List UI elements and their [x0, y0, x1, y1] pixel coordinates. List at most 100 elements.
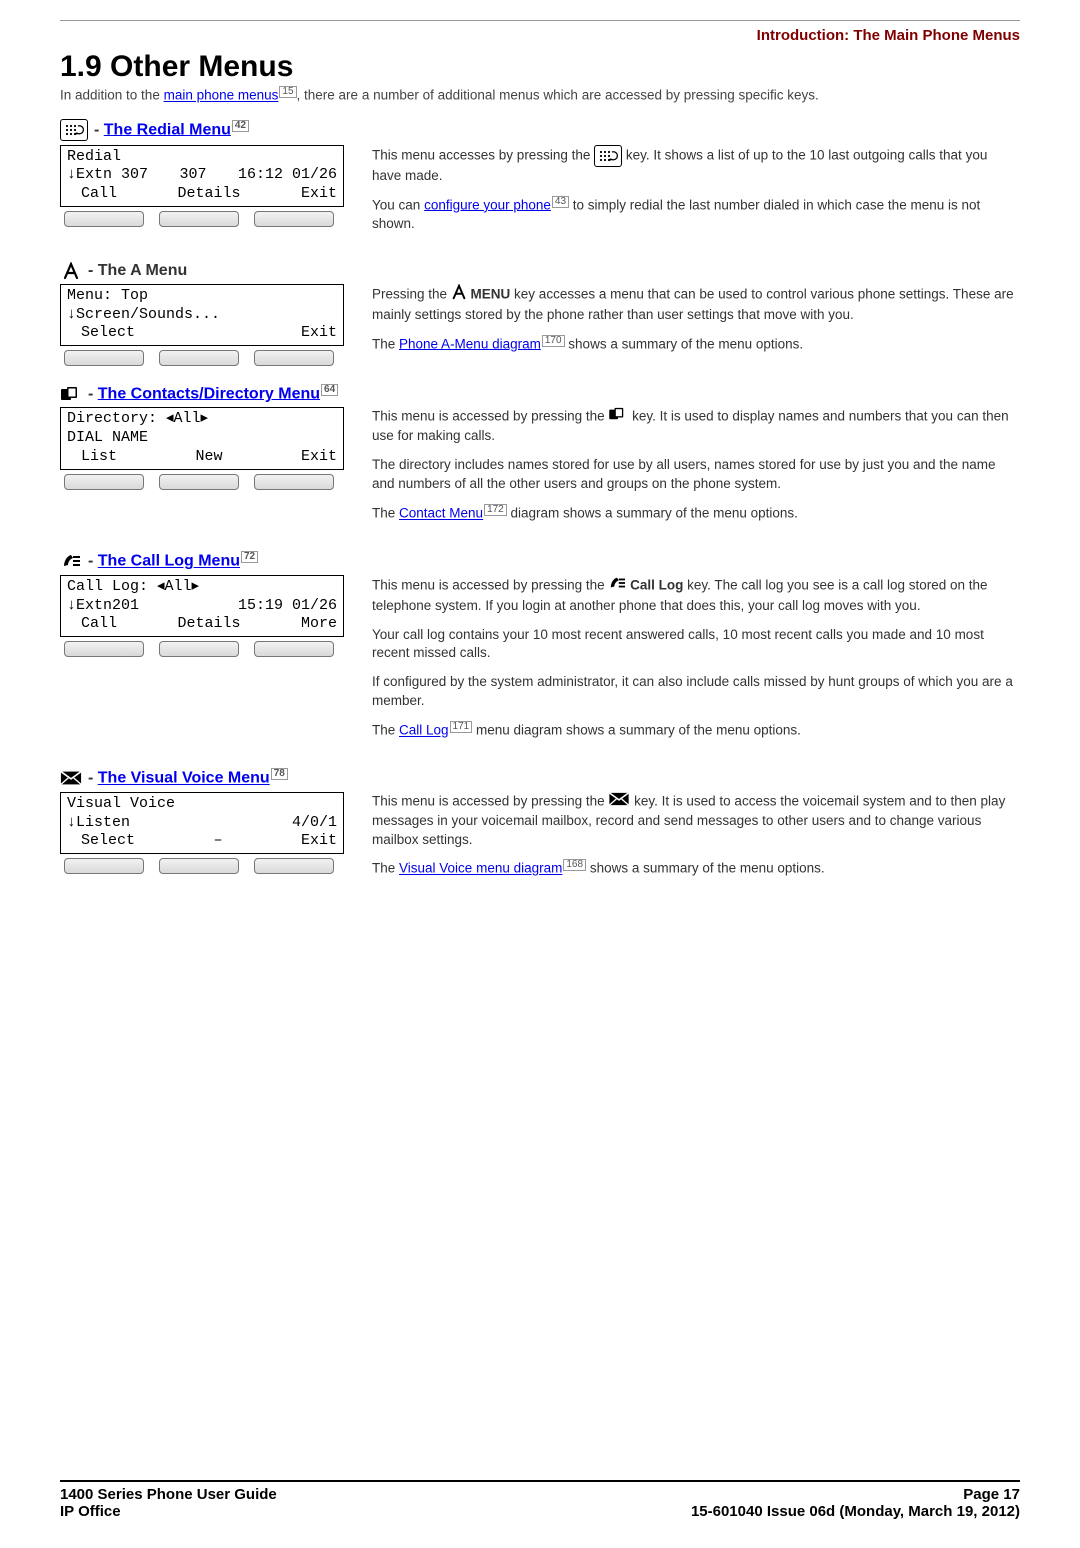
page-ref: 171: [450, 721, 473, 733]
redial-menu-link[interactable]: The Redial Menu: [104, 121, 231, 138]
footer-right-1: Page 17: [963, 1486, 1020, 1503]
redial-heading: - The Redial Menu42: [60, 119, 1020, 141]
lcd-softlabel: New: [195, 448, 222, 467]
body-text: diagram shows a summary of the menu opti…: [507, 506, 798, 521]
softkey-button[interactable]: [254, 211, 334, 227]
body-text: shows a summary of the menu options.: [565, 336, 804, 351]
heading-sep: -: [88, 553, 98, 570]
lcd-softlabel: Details: [177, 615, 240, 634]
lcd-text: 15:19 01/26: [238, 597, 337, 616]
calllog-link[interactable]: Call Log: [399, 723, 449, 738]
voice-lcd: Visual Voice ↓Listen 4/0/1 Select – Exit: [60, 792, 344, 854]
lcd-text: Call Log: ◂All▸: [67, 578, 199, 597]
calllog-lcd: Call Log: ◂All▸ ↓Extn201 15:19 01/26 Cal…: [60, 575, 344, 637]
lcd-softlabel: Details: [177, 185, 240, 204]
lcd-text: Visual Voice: [67, 795, 175, 814]
body-text: The directory includes names stored for …: [372, 456, 1020, 494]
softkey-button[interactable]: [159, 211, 239, 227]
heading-text: - The A Menu: [88, 262, 187, 280]
softkey-button[interactable]: [64, 350, 144, 366]
page-title: 1.9 Other Menus: [60, 50, 1020, 84]
intro-text-pre: In addition to the: [60, 88, 164, 103]
page-ref: 15: [279, 86, 296, 98]
softkey-button[interactable]: [254, 350, 334, 366]
lcd-text: Redial: [67, 148, 121, 167]
footer-left-2: IP Office: [60, 1503, 121, 1520]
redial-lcd: Redial ↓Extn 307 307 16:12 01/26 Call De…: [60, 145, 344, 207]
page-ref: 43: [552, 196, 569, 208]
contact-menu-link[interactable]: Contact Menu: [399, 506, 483, 521]
footer-left-1: 1400 Series Phone User Guide: [60, 1486, 277, 1503]
lcd-text: ↓Listen: [67, 814, 130, 833]
body-text: This menu is accessed by pressing the: [372, 409, 608, 424]
visual-voice-menu-link[interactable]: The Visual Voice Menu: [98, 770, 270, 787]
page-footer: 1400 Series Phone User Guide Page 17 IP …: [60, 1480, 1020, 1520]
phone-amenu-diagram-link[interactable]: Phone A-Menu diagram: [399, 336, 541, 351]
footer-right-2: 15-601040 Issue 06d (Monday, March 19, 2…: [691, 1503, 1020, 1520]
lcd-text: 16:12 01/26: [238, 166, 337, 185]
lcd-softlabel: Exit: [301, 324, 337, 343]
amenu-icon: [60, 262, 82, 280]
calllog-icon: [60, 552, 82, 570]
body-text: menu diagram shows a summary of the menu…: [472, 723, 801, 738]
softkey-button[interactable]: [254, 474, 334, 490]
body-text: shows a summary of the menu options.: [586, 861, 825, 876]
intro-paragraph: In addition to the main phone menus15, t…: [60, 86, 1020, 105]
softkey-row: [60, 474, 338, 490]
main-phone-menus-link[interactable]: main phone menus: [164, 88, 279, 103]
envelope-icon: [608, 792, 630, 812]
lcd-softlabel: Call: [67, 185, 117, 204]
body-text: The: [372, 861, 399, 876]
lcd-softlabel: More: [301, 615, 337, 634]
heading-sep: -: [88, 770, 98, 787]
lcd-softlabel: Call: [67, 615, 117, 634]
page-ref: 168: [563, 859, 586, 871]
body-text: This menu is accessed by pressing the: [372, 793, 608, 808]
amenu-icon: [451, 284, 467, 306]
lcd-softlabel: Exit: [301, 832, 337, 851]
lcd-softlabel: List: [67, 448, 117, 467]
softkey-row: [60, 211, 338, 227]
contacts-lcd: Directory: ◂All▸ DIAL NAME List New Exit: [60, 407, 344, 469]
softkey-button[interactable]: [254, 641, 334, 657]
lcd-softlabel: –: [213, 832, 222, 851]
softkey-button[interactable]: [64, 474, 144, 490]
contacts-menu-link[interactable]: The Contacts/Directory Menu: [98, 385, 320, 402]
lcd-text: DIAL NAME: [67, 429, 148, 448]
page-ref: 42: [232, 120, 249, 132]
page-ref: 72: [241, 551, 258, 563]
configure-phone-link[interactable]: configure your phone: [424, 197, 551, 212]
contacts-heading: - The Contacts/Directory Menu64: [60, 384, 1020, 403]
voice-heading: - The Visual Voice Menu78: [60, 768, 1020, 787]
calllog-menu-link[interactable]: The Call Log Menu: [98, 553, 240, 570]
page-ref: 78: [271, 768, 288, 780]
body-text: The: [372, 336, 399, 351]
softkey-button[interactable]: [159, 474, 239, 490]
breadcrumb: Introduction: The Main Phone Menus: [60, 21, 1020, 44]
softkey-button[interactable]: [254, 858, 334, 874]
visual-voice-diagram-link[interactable]: Visual Voice menu diagram: [399, 861, 562, 876]
softkey-button[interactable]: [159, 641, 239, 657]
softkey-button[interactable]: [64, 641, 144, 657]
body-text: If configured by the system administrato…: [372, 673, 1020, 711]
softkey-button[interactable]: [64, 858, 144, 874]
body-text: This menu accesses by pressing the: [372, 147, 594, 162]
body-text: The: [372, 506, 399, 521]
body-text: The: [372, 723, 399, 738]
redial-icon: [60, 119, 88, 141]
contacts-icon: [608, 407, 628, 427]
body-text: Your call log contains your 10 most rece…: [372, 626, 1020, 664]
softkey-button[interactable]: [159, 858, 239, 874]
softkey-button[interactable]: [159, 350, 239, 366]
lcd-text: Menu: Top: [67, 287, 148, 306]
lcd-text: ↓Extn201: [67, 597, 139, 616]
page-ref: 172: [484, 504, 507, 516]
softkey-row: [60, 350, 338, 366]
lcd-softlabel: Exit: [301, 448, 337, 467]
lcd-softlabel: Select: [67, 832, 135, 851]
softkey-row: [60, 858, 338, 874]
heading-sep: -: [94, 121, 104, 138]
intro-text-post: , there are a number of additional menus…: [297, 88, 819, 103]
calllog-heading: - The Call Log Menu72: [60, 551, 1020, 570]
softkey-button[interactable]: [64, 211, 144, 227]
